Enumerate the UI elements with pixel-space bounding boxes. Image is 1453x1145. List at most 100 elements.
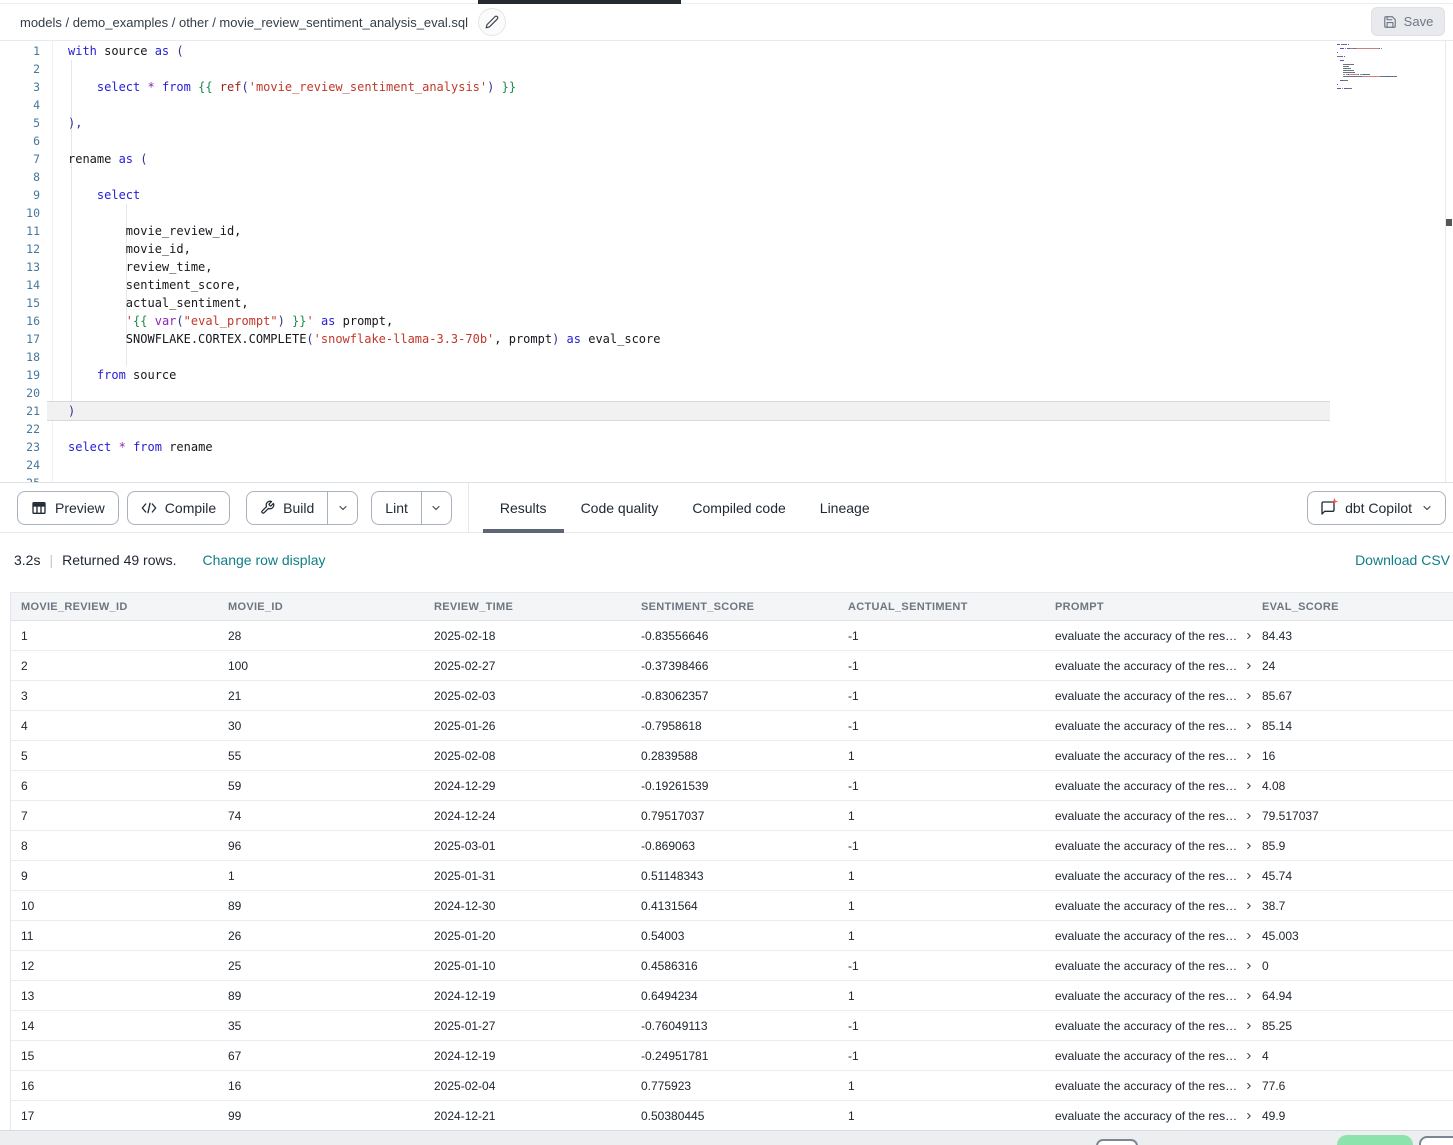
tab-results[interactable]: Results xyxy=(483,483,564,533)
column-header-eval_score: EVAL_SCORE xyxy=(1252,593,1453,620)
tab-code-quality[interactable]: Code quality xyxy=(564,483,676,533)
tab-compiled-code[interactable]: Compiled code xyxy=(675,483,802,533)
cell-prompt[interactable]: evaluate the accuracy of the res… xyxy=(1045,831,1252,860)
save-button[interactable]: Save xyxy=(1371,7,1445,36)
cell-prompt[interactable]: evaluate the accuracy of the res… xyxy=(1045,1041,1252,1070)
cell-eval_score: 38.7 xyxy=(1252,891,1453,920)
code-line-9: 9 select xyxy=(0,186,1453,204)
editor-right-border xyxy=(1445,41,1446,482)
cell-movie_id: 26 xyxy=(218,921,424,950)
bottom-green-pill-button[interactable] xyxy=(1337,1135,1413,1145)
cell-prompt[interactable]: evaluate the accuracy of the res… xyxy=(1045,621,1252,650)
code-line-11: 11 movie_review_id, xyxy=(0,222,1453,240)
build-dropdown-chevron[interactable] xyxy=(327,492,357,524)
prompt-expand-chevron-icon[interactable] xyxy=(1244,991,1252,1001)
minimap[interactable] xyxy=(1337,44,1437,94)
cell-prompt[interactable]: evaluate the accuracy of the res… xyxy=(1045,801,1252,830)
scrollbar-thumb[interactable] xyxy=(1446,219,1452,226)
line-number: 8 xyxy=(0,168,40,186)
line-number: 18 xyxy=(0,348,40,366)
code-editor[interactable]: 1with source as (23 select * from {{ ref… xyxy=(0,41,1453,482)
code-line-17: 17 SNOWFLAKE.CORTEX.COMPLETE('snowflake-… xyxy=(0,330,1453,348)
prompt-expand-chevron-icon[interactable] xyxy=(1244,691,1252,701)
table-row: 1282025-02-18-0.83556646-1evaluate the a… xyxy=(11,621,1453,651)
compile-button[interactable]: Compile xyxy=(127,491,230,525)
cell-review_time: 2025-01-27 xyxy=(424,1011,631,1040)
prompt-expand-chevron-icon[interactable] xyxy=(1244,841,1252,851)
prompt-expand-chevron-icon[interactable] xyxy=(1244,631,1252,641)
cell-movie_id: 96 xyxy=(218,831,424,860)
bottom-status-bar xyxy=(0,1130,1453,1145)
copilot-edit-icon[interactable] xyxy=(478,8,506,36)
line-number: 10 xyxy=(0,204,40,222)
table-header-row: MOVIE_REVIEW_IDMOVIE_IDREVIEW_TIMESENTIM… xyxy=(11,593,1453,621)
code-line-10: 10 xyxy=(0,204,1453,222)
bottom-partial-button[interactable] xyxy=(1419,1136,1453,1145)
prompt-expand-chevron-icon[interactable] xyxy=(1244,751,1252,761)
build-button[interactable]: Build xyxy=(247,492,327,524)
prompt-expand-chevron-icon[interactable] xyxy=(1244,1051,1252,1061)
cell-actual_sentiment: -1 xyxy=(838,651,1045,680)
cell-prompt[interactable]: evaluate the accuracy of the res… xyxy=(1045,1011,1252,1040)
prompt-expand-chevron-icon[interactable] xyxy=(1244,1111,1252,1121)
cell-sentiment_score: 0.54003 xyxy=(631,921,838,950)
prompt-expand-chevron-icon[interactable] xyxy=(1244,1021,1252,1031)
cell-prompt[interactable]: evaluate the accuracy of the res… xyxy=(1045,951,1252,980)
dbt-copilot-button[interactable]: dbt Copilot xyxy=(1307,491,1446,525)
cell-prompt[interactable]: evaluate the accuracy of the res… xyxy=(1045,651,1252,680)
prompt-expand-chevron-icon[interactable] xyxy=(1244,811,1252,821)
prompt-expand-chevron-icon[interactable] xyxy=(1244,901,1252,911)
prompt-expand-chevron-icon[interactable] xyxy=(1244,931,1252,941)
editor-tab-strip xyxy=(0,0,1453,4)
cell-prompt[interactable]: evaluate the accuracy of the res… xyxy=(1045,981,1252,1010)
save-icon xyxy=(1383,15,1397,29)
cell-sentiment_score: 0.6494234 xyxy=(631,981,838,1010)
table-row: 14352025-01-27-0.76049113-1evaluate the … xyxy=(11,1011,1453,1041)
cell-prompt[interactable]: evaluate the accuracy of the res… xyxy=(1045,861,1252,890)
prompt-expand-chevron-icon[interactable] xyxy=(1244,781,1252,791)
prompt-expand-chevron-icon[interactable] xyxy=(1244,721,1252,731)
cell-actual_sentiment: 1 xyxy=(838,981,1045,1010)
code-lines: 1with source as (23 select * from {{ ref… xyxy=(0,42,1453,482)
cell-sentiment_score: -0.24951781 xyxy=(631,1041,838,1070)
cell-eval_score: 4.08 xyxy=(1252,771,1453,800)
cell-review_time: 2024-12-19 xyxy=(424,981,631,1010)
cell-review_time: 2025-01-26 xyxy=(424,711,631,740)
preview-button[interactable]: Preview xyxy=(17,491,119,525)
cell-prompt[interactable]: evaluate the accuracy of the res… xyxy=(1045,1071,1252,1100)
cell-movie_review_id: 1 xyxy=(11,621,218,650)
prompt-expand-chevron-icon[interactable] xyxy=(1244,661,1252,671)
file-header-bar: models / demo_examples / other / movie_r… xyxy=(0,4,1453,41)
cell-sentiment_score: -0.83556646 xyxy=(631,621,838,650)
lint-dropdown-chevron[interactable] xyxy=(421,492,451,524)
tab-lineage[interactable]: Lineage xyxy=(803,483,887,533)
bottom-partial-button[interactable] xyxy=(1096,1139,1138,1145)
cell-eval_score: 45.003 xyxy=(1252,921,1453,950)
lint-button-group[interactable]: Lint xyxy=(371,491,452,525)
active-file-tab-indicator[interactable] xyxy=(478,0,681,4)
column-header-sentiment_score: SENTIMENT_SCORE xyxy=(631,593,838,620)
cell-prompt[interactable]: evaluate the accuracy of the res… xyxy=(1045,771,1252,800)
build-button-group[interactable]: Build xyxy=(246,491,358,525)
cell-prompt[interactable]: evaluate the accuracy of the res… xyxy=(1045,681,1252,710)
prompt-expand-chevron-icon[interactable] xyxy=(1244,961,1252,971)
results-tabs: ResultsCode qualityCompiled codeLineage xyxy=(483,483,887,533)
cell-actual_sentiment: 1 xyxy=(838,1101,1045,1130)
cell-movie_review_id: 8 xyxy=(11,831,218,860)
cell-review_time: 2025-02-08 xyxy=(424,741,631,770)
cell-prompt[interactable]: evaluate the accuracy of the res… xyxy=(1045,711,1252,740)
cell-prompt[interactable]: evaluate the accuracy of the res… xyxy=(1045,921,1252,950)
line-number: 4 xyxy=(0,96,40,114)
chevron-down-icon xyxy=(337,502,349,514)
code-line-12: 12 movie_id, xyxy=(0,240,1453,258)
cell-prompt[interactable]: evaluate the accuracy of the res… xyxy=(1045,1101,1252,1130)
prompt-expand-chevron-icon[interactable] xyxy=(1244,1081,1252,1091)
cell-prompt[interactable]: evaluate the accuracy of the res… xyxy=(1045,891,1252,920)
prompt-expand-chevron-icon[interactable] xyxy=(1244,871,1252,881)
change-row-display-link[interactable]: Change row display xyxy=(203,552,326,568)
line-number: 2 xyxy=(0,60,40,78)
download-csv-link[interactable]: Download CSV xyxy=(1355,552,1450,568)
cell-prompt[interactable]: evaluate the accuracy of the res… xyxy=(1045,741,1252,770)
cell-movie_review_id: 10 xyxy=(11,891,218,920)
lint-button[interactable]: Lint xyxy=(372,492,421,524)
